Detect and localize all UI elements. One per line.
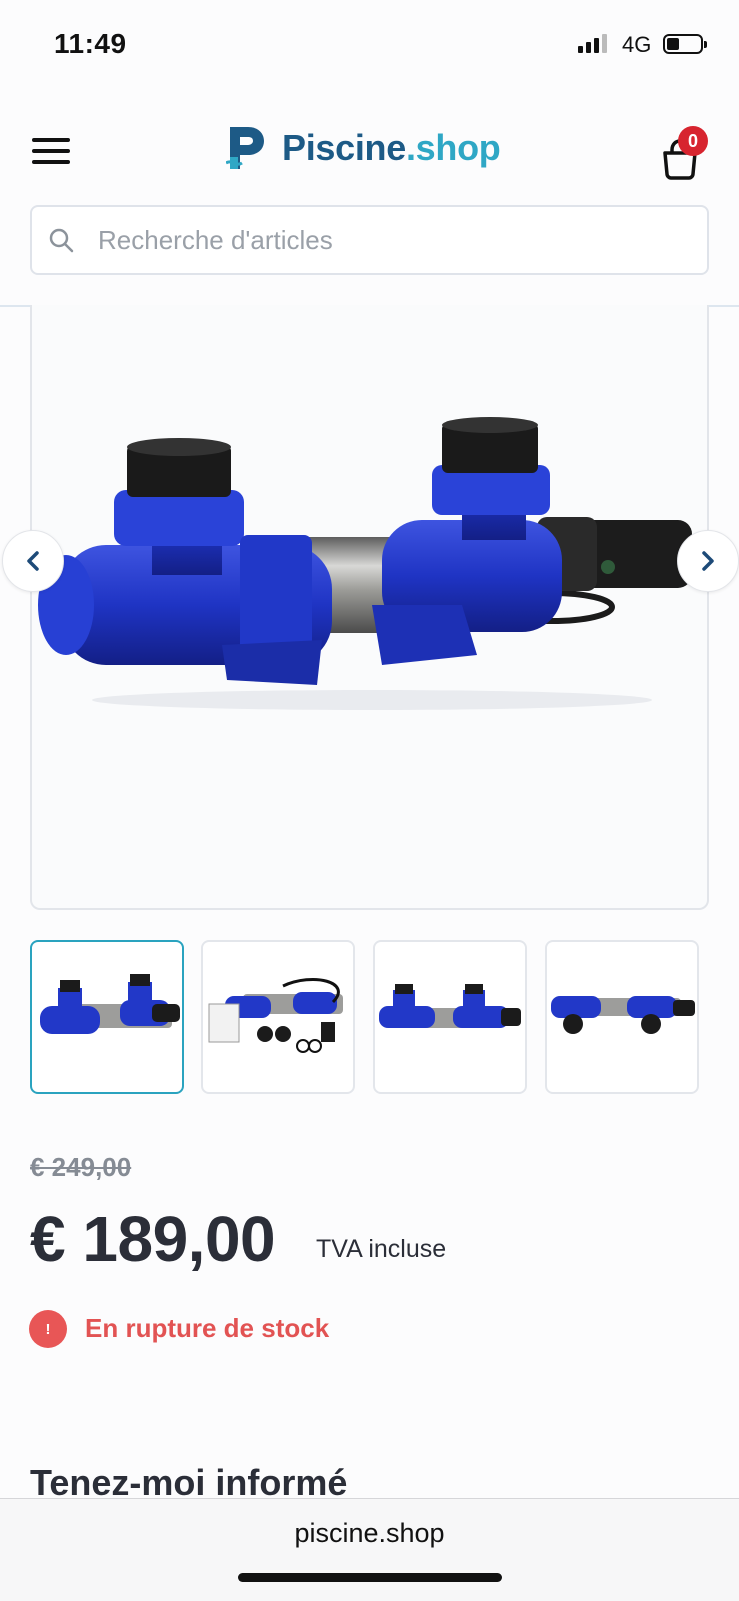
gallery-thumbnail-2[interactable] <box>201 940 355 1094</box>
chevron-left-icon <box>27 551 39 571</box>
menu-icon[interactable] <box>32 138 70 164</box>
search-input[interactable] <box>96 223 660 257</box>
logo-p-icon <box>226 127 264 169</box>
site-logo[interactable]: Piscine.shop <box>226 123 501 173</box>
battery-icon <box>663 34 707 54</box>
cart-button[interactable]: 0 <box>660 126 708 180</box>
signal-icon <box>578 34 607 53</box>
vat-note: TVA incluse <box>316 1235 447 1263</box>
thumbnail-image <box>208 978 343 1053</box>
stock-status: En rupture de stock <box>85 1313 330 1343</box>
uv-clarifier-image <box>38 417 692 710</box>
browser-url-bar[interactable] <box>0 1498 739 1601</box>
cart-count-badge: 0 <box>678 126 708 156</box>
thumbnail-image <box>379 984 521 1028</box>
alert-icon: ! <box>29 1310 67 1348</box>
original-price: € 249,00 <box>30 1152 132 1182</box>
chevron-right-icon <box>702 551 714 571</box>
network-type: 4G <box>622 32 652 57</box>
product-main-image[interactable] <box>30 305 709 910</box>
brand-tld: .shop <box>405 127 501 168</box>
browser-url[interactable]: piscine.shop <box>0 1518 739 1549</box>
gallery-next-button[interactable] <box>677 530 739 592</box>
thumbnail-image <box>551 996 695 1034</box>
current-price: € 189,00 <box>30 1203 276 1275</box>
brand-main: Piscine <box>282 127 406 168</box>
gallery-thumbnail-3[interactable] <box>373 940 527 1094</box>
gallery-thumbnail-1[interactable] <box>30 940 184 1094</box>
gallery-prev-button[interactable] <box>2 530 64 592</box>
search-icon <box>49 228 74 253</box>
gallery-thumbnail-4[interactable] <box>545 940 699 1094</box>
thumbnail-image <box>40 974 180 1034</box>
status-time: 11:49 <box>54 28 127 59</box>
home-indicator[interactable] <box>238 1573 502 1582</box>
search-box[interactable] <box>30 205 709 275</box>
brand-name: Piscine.shop <box>282 127 501 169</box>
